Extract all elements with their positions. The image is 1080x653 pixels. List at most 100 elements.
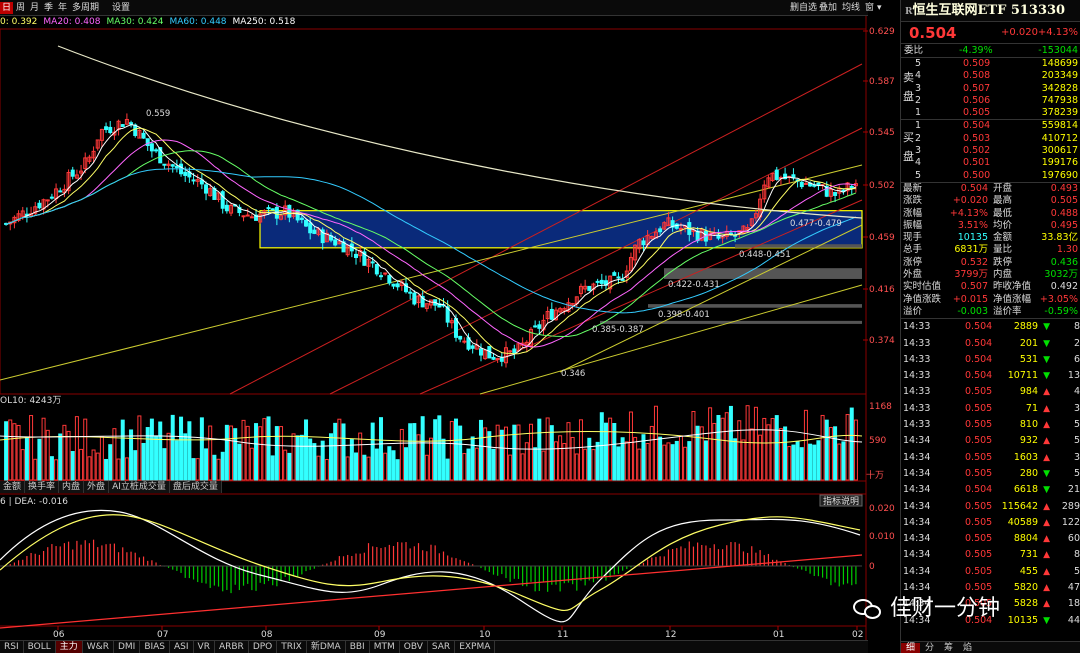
stat-row: 涨跌 +0.020 最高 0.505 xyxy=(901,195,1080,207)
volume-bar xyxy=(316,455,321,481)
cell: 均价 xyxy=(993,219,1013,231)
volume-bar xyxy=(129,429,134,481)
indicator-bottom-tab[interactable]: BOLL xyxy=(24,641,56,653)
cell: 0.504 xyxy=(963,120,991,132)
cell: 60 xyxy=(1067,533,1080,545)
period-button-0[interactable]: 日 xyxy=(0,2,14,14)
period-button-5[interactable]: 多周期 xyxy=(70,2,101,14)
toolbar-right-button-4[interactable]: ▾ xyxy=(875,2,884,14)
toolbar-right-button-0[interactable]: 删自选 xyxy=(788,2,819,14)
indicator-help-label: 指标说明 xyxy=(823,495,859,507)
volume-bar xyxy=(399,428,404,481)
candle-body xyxy=(537,324,542,329)
indicator-bottom-tab[interactable]: BBI xyxy=(346,641,370,653)
stat-row: 总手 6831万 量比 1.30 xyxy=(901,244,1080,256)
tick-list[interactable]: 14:33 0.504 2889 8 ▼ 14:33 0.504 201 2 ▼ 14:33 0.50… xyxy=(901,319,1080,629)
volume-bar xyxy=(391,450,396,481)
indicator-bottom-tab[interactable]: 新DMA xyxy=(307,641,346,653)
volume-bar xyxy=(24,436,29,481)
quote-side-tab[interactable]: 分 xyxy=(920,643,939,653)
candle-body xyxy=(191,179,196,182)
volume-bar xyxy=(624,441,629,481)
indicator-tab[interactable]: 外盘 xyxy=(84,481,110,493)
volume-bar xyxy=(628,411,633,481)
date-tick-label: 06 xyxy=(53,630,65,640)
quote-side-tab[interactable]: 焰 xyxy=(958,643,977,653)
period-button-1[interactable]: 周 xyxy=(14,2,27,14)
candle-body xyxy=(370,261,375,264)
volume-bar xyxy=(341,423,346,481)
candle-body xyxy=(333,239,338,246)
quote-side-tab[interactable]: 细 xyxy=(901,643,921,653)
indicator-bottom-tab[interactable]: TRIX xyxy=(277,641,307,653)
candle-body xyxy=(620,278,625,281)
toolbar-right-button-2[interactable]: 均线 xyxy=(840,2,862,14)
indicator-bottom-tab[interactable]: ASI xyxy=(170,641,194,653)
volume-bar xyxy=(553,441,558,481)
volume-bar xyxy=(853,419,858,481)
volume-bar xyxy=(266,416,271,481)
volume-bar xyxy=(670,444,675,481)
indicator-tab[interactable]: AI立桩成交量 xyxy=(109,481,170,493)
price-tick-label: 0.545 xyxy=(869,128,895,138)
indicator-bottom-tab[interactable]: BIAS xyxy=(140,641,171,653)
indicator-bottom-tab[interactable]: ARBR xyxy=(215,641,249,653)
volume-bar xyxy=(820,414,825,481)
quote-price-row: 0.504 +0.020 +4.13% xyxy=(901,22,1080,44)
cell: 最低 xyxy=(993,207,1013,219)
indicator-tab[interactable]: 盘后成交量 xyxy=(169,481,222,493)
indicator-tab[interactable]: 换手率 xyxy=(25,481,60,493)
cell: 3.51% xyxy=(957,219,988,231)
indicator-bottom-tab[interactable]: 主力 xyxy=(55,641,83,653)
indicator-bottom-tab[interactable]: VR xyxy=(194,641,215,653)
indicator-bottom-tab[interactable]: SAR xyxy=(428,641,456,653)
indicator-bottom-tab[interactable]: DMI xyxy=(114,641,141,653)
toolbar-right-button-1[interactable]: 叠加 xyxy=(817,2,839,14)
price-annotation: 0.559 xyxy=(146,109,170,119)
cell: 1.30 xyxy=(1056,244,1078,256)
volume-bar xyxy=(12,423,17,481)
kline-chart[interactable]: 0.629 0.587 0.545 0.502 0.459 0.416 0.374 0.559… xyxy=(0,0,900,653)
indicator-bottom-tab[interactable]: W&R xyxy=(83,641,114,653)
volume-bar xyxy=(312,443,317,481)
stat-row: 溢价 -0.003 溢价率 -0.59% xyxy=(901,306,1080,318)
indicator-bottom-tab[interactable]: DPO xyxy=(249,641,278,653)
quote-side-tab[interactable]: 筹 xyxy=(939,643,958,653)
arrow-up-icon: ▲ xyxy=(1043,387,1050,398)
volume-bar xyxy=(528,423,533,481)
cell: 最高 xyxy=(993,195,1013,207)
indicator-bottom-tab[interactable]: EXPMA xyxy=(455,641,496,653)
volume-bar xyxy=(324,458,329,481)
volume-bar xyxy=(154,435,159,481)
last-price: 0.504 xyxy=(909,24,957,42)
arrow-down-icon: ▼ xyxy=(1043,468,1050,479)
volume-bar xyxy=(116,458,121,481)
cell: 0.505 xyxy=(1050,195,1078,207)
cell: 40589 xyxy=(1007,516,1038,528)
candle-body xyxy=(299,217,304,220)
volume-bar xyxy=(766,424,771,481)
volume-bar xyxy=(483,427,488,481)
volume-bar xyxy=(387,446,392,481)
period-button-3[interactable]: 季 xyxy=(42,2,55,14)
cell: 14:34 xyxy=(903,435,931,447)
period-button-6[interactable]: 设置 xyxy=(110,2,132,14)
indicator-tab[interactable]: 金额 xyxy=(0,481,26,493)
indicator-bottom-tab[interactable]: OBV xyxy=(400,641,428,653)
volume-bar xyxy=(453,418,458,481)
macd-tick-label: 0 xyxy=(869,562,875,572)
indicator-bottom-tab[interactable]: MTM xyxy=(370,641,400,653)
indicator-bottom-tab[interactable]: RSI xyxy=(0,641,24,653)
cell: 0.488 xyxy=(1050,207,1078,219)
tick-row: 14:34 0.505 932 5 ▲ xyxy=(901,433,1080,449)
candle-body xyxy=(533,325,538,328)
period-button-4[interactable]: 年 xyxy=(56,2,69,14)
volume-bar xyxy=(645,442,650,481)
indicator-tab[interactable]: 内盘 xyxy=(59,481,85,493)
volume-bar xyxy=(174,440,179,481)
volume-bar xyxy=(595,441,600,481)
buy-level: 3 0.502 300617 xyxy=(901,145,1080,157)
cell: 810 xyxy=(1019,419,1038,431)
date-tick-label: 02 xyxy=(852,630,863,640)
period-button-2[interactable]: 月 xyxy=(28,2,41,14)
